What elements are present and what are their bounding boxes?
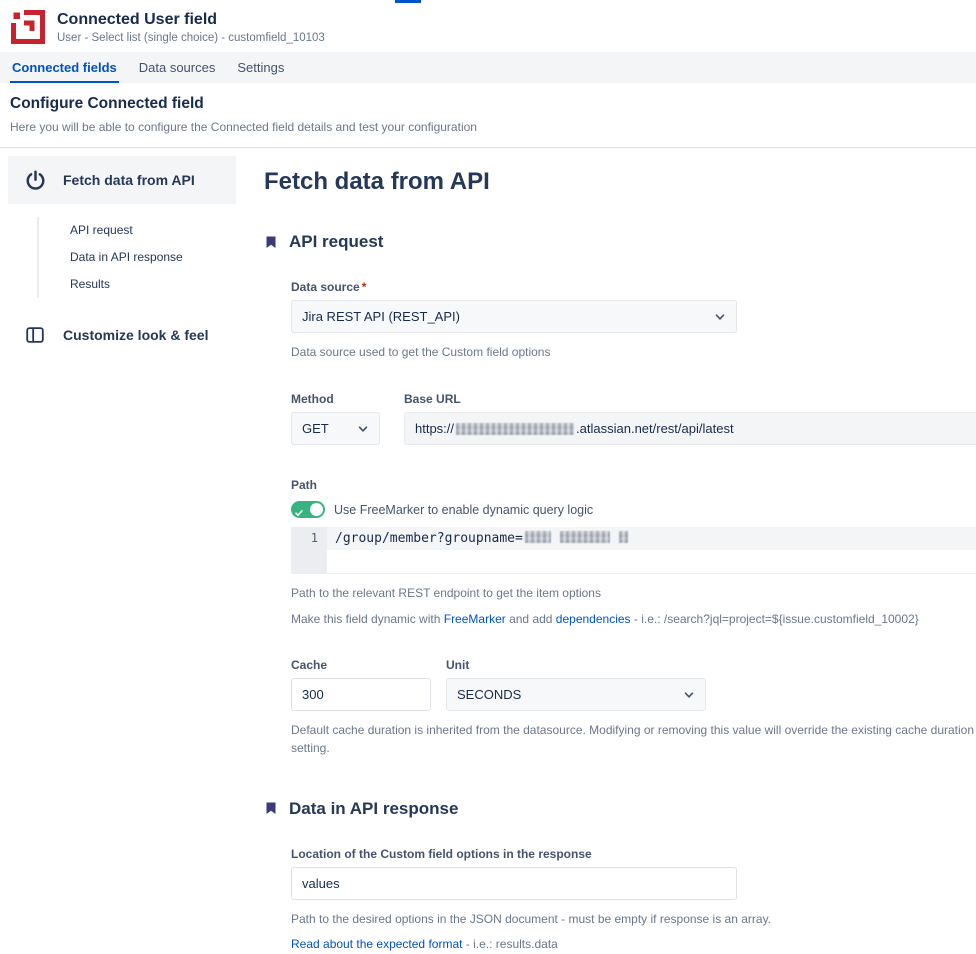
base-url-suffix: .atlassian.net/rest/api/latest — [576, 421, 734, 436]
main-panel: Fetch data from API API request Data sou… — [236, 156, 976, 954]
section-heading-api-request: API request — [289, 232, 383, 252]
page-subtitle: User - Select list (single choice) - cus… — [57, 32, 325, 44]
line-number: 1 — [291, 527, 327, 550]
cache-col: Cache 300 — [291, 658, 431, 711]
method-value: GET — [302, 421, 329, 436]
unit-value: SECONDS — [457, 687, 521, 702]
app-header: Connected User field User - Select list … — [0, 0, 976, 52]
chevron-down-icon — [357, 423, 369, 435]
layout-panel-icon — [23, 323, 47, 347]
base-url-label: Base URL — [404, 392, 976, 406]
method-label: Method — [291, 392, 380, 406]
configure-intro: Configure Connected field Here you will … — [0, 83, 976, 148]
freemarker-toggle-row: Use FreeMarker to enable dynamic query l… — [291, 501, 976, 518]
sidebar: Fetch data from API API request Data in … — [8, 156, 236, 954]
expected-format-link[interactable]: Read about the expected format — [291, 937, 462, 951]
cache-value: 300 — [302, 687, 324, 702]
tab-bar: Connected fields Data sources Settings — [0, 52, 976, 83]
header-text: Connected User field User - Select list … — [57, 11, 325, 44]
toggle-knob — [310, 503, 323, 516]
editor-gutter: 1 — [291, 527, 327, 573]
help-text: - i.e.: results.data — [462, 937, 557, 951]
cache-label: Cache — [291, 658, 431, 672]
unit-label: Unit — [446, 658, 706, 672]
tab-connected-fields[interactable]: Connected fields — [10, 52, 119, 83]
method-select[interactable]: GET — [291, 412, 380, 445]
cache-input[interactable]: 300 — [291, 678, 431, 711]
location-label: Location of the Custom field options in … — [291, 847, 976, 861]
power-icon — [23, 168, 47, 192]
location-help: Path to the desired options in the JSON … — [291, 911, 976, 928]
method-baseurl-row: Method GET Base URL https:// .atlassian.n… — [291, 392, 976, 445]
page-title: Connected User field — [57, 11, 325, 29]
configure-description: Here you will be able to configure the C… — [10, 120, 966, 134]
code-line-1: /group/member?groupname= — [327, 527, 976, 550]
top-accent-bar — [395, 0, 421, 3]
data-source-select[interactable]: Jira REST API (REST_API) — [291, 300, 737, 333]
code-text: /group/member?groupname= — [335, 531, 523, 546]
sidebar-item-label: Customize look & feel — [63, 327, 208, 343]
dependencies-link[interactable]: dependencies — [556, 612, 631, 626]
sidebar-item-fetch-data[interactable]: Fetch data from API — [8, 156, 236, 204]
path-group: Path Use FreeMarker to enable dynamic qu… — [291, 478, 976, 628]
section-bullet-icon — [264, 801, 278, 816]
main-title: Fetch data from API — [264, 168, 976, 196]
path-code-editor[interactable]: 1 /group/member?groupname= — [291, 527, 976, 574]
check-icon — [295, 504, 303, 522]
code-line-2 — [327, 550, 976, 573]
sidebar-item-label: Fetch data from API — [63, 172, 195, 188]
freemarker-toggle[interactable] — [291, 501, 325, 518]
location-value: values — [302, 876, 340, 891]
chevron-down-icon — [683, 689, 695, 701]
cache-unit-row: Cache 300 Unit SECONDS — [291, 658, 976, 711]
tab-settings[interactable]: Settings — [235, 52, 286, 83]
help-text: Make this field dynamic with — [291, 612, 444, 626]
data-source-value: Jira REST API (REST_API) — [302, 309, 460, 324]
redacted-groupname — [619, 531, 628, 543]
help-text: - i.e.: /search?jql=project=${issue.cust… — [631, 612, 919, 626]
app-logo-icon — [10, 9, 46, 45]
section-heading-data-in-response: Data in API response — [289, 799, 458, 819]
cache-help: Default cache duration is inherited from… — [291, 722, 976, 757]
sidebar-subnav: API request Data in API response Results — [37, 217, 236, 298]
required-asterisk: * — [362, 280, 367, 294]
path-dynamic-help: Make this field dynamic with FreeMarker … — [291, 611, 976, 628]
expected-format-line: Read about the expected format - i.e.: r… — [291, 936, 976, 953]
path-label: Path — [291, 478, 976, 492]
baseurl-col: Base URL https:// .atlassian.net/rest/api… — [404, 392, 976, 445]
freemarker-link[interactable]: FreeMarker — [444, 612, 506, 626]
section-api-request: API request Data source* Jira REST API (… — [264, 232, 976, 757]
section-data-in-response: Data in API response Location of the Cus… — [264, 799, 976, 954]
tab-data-sources[interactable]: Data sources — [137, 52, 218, 83]
unit-select[interactable]: SECONDS — [446, 678, 706, 711]
sidebar-subitem-data-in-api-response[interactable]: Data in API response — [39, 244, 236, 271]
data-source-help: Data source used to get the Custom field… — [291, 344, 976, 361]
method-col: Method GET — [291, 392, 380, 445]
sidebar-subitem-results[interactable]: Results — [39, 271, 236, 298]
redacted-groupname — [525, 531, 551, 543]
section-body: Data source* Jira REST API (REST_API) Da… — [291, 280, 976, 757]
content: Fetch data from API API request Data in … — [0, 148, 976, 954]
data-source-label: Data source* — [291, 280, 976, 294]
sidebar-item-customize-look[interactable]: Customize look & feel — [8, 311, 236, 359]
section-head: API request — [264, 232, 976, 252]
configure-heading: Configure Connected field — [10, 95, 966, 113]
section-head: Data in API response — [264, 799, 976, 819]
base-url-input[interactable]: https:// .atlassian.net/rest/api/latest — [404, 412, 976, 445]
base-url-prefix: https:// — [415, 421, 454, 436]
chevron-down-icon — [714, 311, 726, 323]
help-text: and add — [506, 612, 556, 626]
redacted-domain — [456, 423, 574, 435]
section-bullet-icon — [264, 235, 278, 250]
freemarker-toggle-label: Use FreeMarker to enable dynamic query l… — [334, 503, 593, 517]
section-body: Location of the Custom field options in … — [291, 847, 976, 954]
editor-code-area[interactable]: /group/member?groupname= — [327, 527, 976, 573]
redacted-groupname — [560, 531, 610, 543]
path-help: Path to the relevant REST endpoint to ge… — [291, 585, 976, 602]
label-text: Data source — [291, 280, 360, 294]
sidebar-subitem-api-request[interactable]: API request — [39, 217, 236, 244]
unit-col: Unit SECONDS — [446, 658, 706, 711]
location-input[interactable]: values — [291, 867, 737, 900]
